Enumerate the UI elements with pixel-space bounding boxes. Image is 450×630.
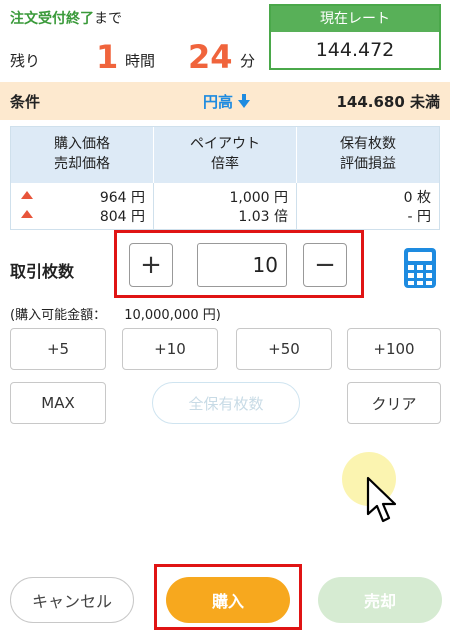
minutes-unit: 分 <box>240 52 256 70</box>
buyable-label: (購入可能金額： <box>10 308 107 323</box>
down-arrow-icon <box>238 94 251 108</box>
holdings-count: 0 枚 <box>403 190 431 206</box>
current-rate-value: 144.472 <box>315 39 395 61</box>
up-triangle-icon <box>21 210 33 218</box>
buyable-amount: (購入可能金額： 10,000,000 円) <box>10 304 221 323</box>
cell-prices: 964 円 804 円 <box>11 183 154 229</box>
minus-button[interactable]: − <box>303 243 347 287</box>
condition-label: 条件 <box>10 93 41 111</box>
add-10-button[interactable]: +10 <box>122 328 218 370</box>
deadline-strong: 注文受付終了 <box>10 11 94 27</box>
payout-ratio: 1.03 倍 <box>238 209 288 225</box>
calculator-icon[interactable] <box>404 248 436 288</box>
condition-bar: 条件 円高 144.680 未満 <box>0 82 450 120</box>
table-header: 購入価格 売却価格 ペイアウト 倍率 保有枚数 評価損益 <box>11 127 439 183</box>
buy-highlight-frame <box>154 564 302 630</box>
all-holdings-button[interactable]: 全保有枚数 <box>152 382 300 424</box>
quantity-label: 取引枚数 <box>10 262 75 281</box>
remaining-time: 残り 1 時間 24 分 <box>10 36 270 76</box>
buyable-value: 10,000,000 円) <box>124 308 221 323</box>
sell-price: 804 円 <box>99 209 145 225</box>
clear-button[interactable]: クリア <box>347 382 441 424</box>
add-100-button[interactable]: +100 <box>347 328 441 370</box>
sell-button[interactable]: 売却 <box>318 577 442 623</box>
table-row: 964 円 804 円 1,000 円 1.03 倍 0 枚 - 円 <box>11 183 439 229</box>
remaining-label: 残り <box>10 52 41 70</box>
quantity-input[interactable]: 10 <box>197 243 287 287</box>
header-payout: ペイアウト 倍率 <box>154 127 297 183</box>
payout-value: 1,000 円 <box>229 190 288 206</box>
mouse-cursor-icon <box>366 476 397 523</box>
header-prices: 購入価格 売却価格 <box>11 127 154 183</box>
profit-loss: - 円 <box>407 209 431 225</box>
condition-direction: 円高 <box>203 91 251 112</box>
plus-button[interactable]: + <box>129 243 173 287</box>
cell-payout: 1,000 円 1.03 倍 <box>154 183 297 229</box>
minutes-value: 24 <box>188 38 233 76</box>
hours-unit: 時間 <box>125 52 156 70</box>
add-5-button[interactable]: +5 <box>10 328 106 370</box>
cell-holdings: 0 枚 - 円 <box>297 183 439 229</box>
deadline-text: 注文受付終了まで <box>10 8 122 28</box>
current-rate-label: 現在レート <box>271 6 439 32</box>
buy-price: 964 円 <box>99 190 145 206</box>
hours-value: 1 <box>96 38 119 76</box>
current-rate-box: 現在レート 144.472 <box>269 4 441 70</box>
max-button[interactable]: MAX <box>10 382 106 424</box>
price-table: 購入価格 売却価格 ペイアウト 倍率 保有枚数 評価損益 964 円 804 円… <box>10 126 440 230</box>
cancel-button[interactable]: キャンセル <box>10 577 134 623</box>
deadline-rest: まで <box>94 11 122 27</box>
condition-value: 144.680 未満 <box>336 93 440 111</box>
quantity-highlight-frame: + 10 − <box>114 230 364 298</box>
add-50-button[interactable]: +50 <box>236 328 332 370</box>
up-triangle-icon <box>21 191 33 199</box>
header-holdings: 保有枚数 評価損益 <box>340 136 396 172</box>
